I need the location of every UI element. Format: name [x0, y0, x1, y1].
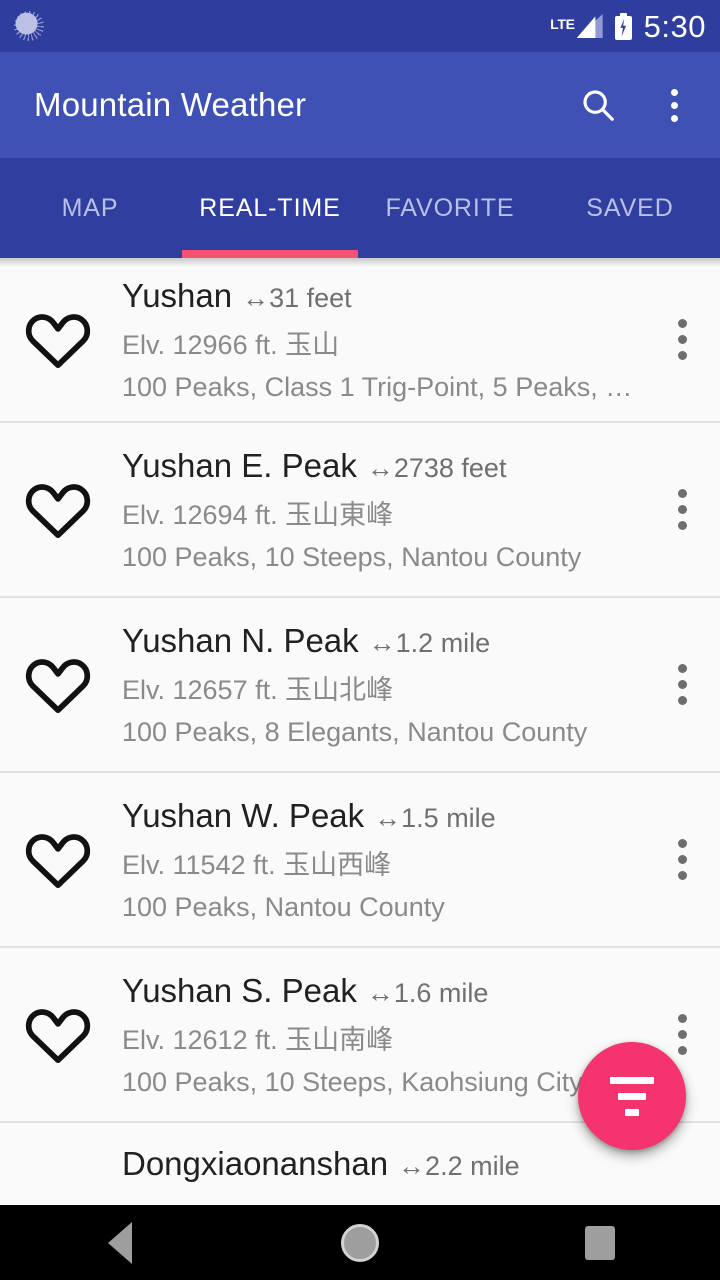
- list-item[interactable]: Yushan ↔31 feet Elv. 12966 ft. 玉山 100 Pe…: [0, 258, 720, 423]
- app-screen: LTE 5:30 Mountain Weather MAP REAL-TIME …: [0, 0, 720, 1280]
- tab-label: SAVED: [586, 193, 674, 222]
- filter-fab-button[interactable]: [578, 1042, 686, 1150]
- tab-label: REAL-TIME: [199, 193, 341, 222]
- recents-square-icon: [585, 1225, 615, 1260]
- list-item-body: Dongxiaonanshan ↔2.2 mile: [94, 1145, 644, 1183]
- peak-name: Yushan N. Peak: [122, 621, 359, 659]
- list-item-title-line: Yushan E. Peak ↔2738 feet: [122, 447, 644, 485]
- peak-name: Yushan W. Peak: [122, 796, 365, 834]
- heart-outline-icon[interactable]: [22, 474, 94, 546]
- tab-label: FAVORITE: [385, 193, 515, 222]
- list-item[interactable]: Yushan W. Peak ↔1.5 mile Elv. 11542 ft. …: [0, 773, 720, 948]
- list-item-body: Yushan N. Peak ↔1.2 mile Elv. 12657 ft. …: [94, 622, 644, 748]
- status-bar: LTE 5:30: [0, 0, 720, 52]
- dial-notification-icon: [14, 11, 44, 41]
- app-bar: Mountain Weather: [0, 52, 720, 158]
- peak-distance: ↔31 feet: [242, 282, 352, 313]
- peak-tags: 100 Peaks, 10 Steeps, Kaohsiung City: [122, 1066, 583, 1097]
- peak-name: Yushan E. Peak: [122, 446, 357, 484]
- peak-elevation: Elv. 12966 ft. 玉山: [122, 329, 340, 360]
- peak-name: Dongxiaonanshan: [122, 1145, 389, 1182]
- list-item[interactable]: Yushan E. Peak ↔2738 feet Elv. 12694 ft.…: [0, 423, 720, 598]
- row-overflow-menu-icon: [677, 319, 687, 360]
- nav-back-button[interactable]: [45, 1205, 195, 1280]
- list-item-body: Yushan W. Peak ↔1.5 mile Elv. 11542 ft. …: [94, 797, 644, 923]
- back-triangle-icon: [108, 1221, 132, 1264]
- row-overflow-menu-button[interactable]: [644, 839, 720, 880]
- peak-elevation: Elv. 12657 ft. 玉山北峰: [122, 674, 394, 705]
- row-overflow-menu-button[interactable]: [644, 664, 720, 705]
- peak-elevation: Elv. 11542 ft. 玉山西峰: [122, 849, 392, 880]
- tab-label: MAP: [61, 193, 119, 222]
- search-icon: [583, 90, 614, 121]
- row-overflow-menu-icon: [677, 839, 687, 880]
- peak-elevation: Elv. 12694 ft. 玉山東峰: [122, 499, 394, 530]
- tab-map[interactable]: MAP: [0, 158, 180, 258]
- row-overflow-menu-icon: [677, 489, 687, 530]
- overflow-menu-button[interactable]: [661, 85, 688, 126]
- signal-bars-icon: LTE: [550, 14, 603, 38]
- list-item-title-line: Dongxiaonanshan ↔2.2 mile: [122, 1145, 644, 1183]
- peak-elevation: Elv. 12612 ft. 玉山南峰: [122, 1024, 394, 1055]
- tab-favorite[interactable]: FAVORITE: [360, 158, 540, 258]
- home-circle-icon: [341, 1223, 379, 1262]
- heart-outline-icon[interactable]: [22, 999, 94, 1071]
- status-bar-left: [14, 11, 44, 41]
- battery-charging-icon: [614, 12, 632, 40]
- nav-home-button[interactable]: [285, 1205, 435, 1280]
- nav-recents-button[interactable]: [525, 1205, 675, 1280]
- peak-name: Yushan: [122, 276, 233, 314]
- peak-distance: ↔1.6 mile: [366, 977, 489, 1008]
- row-overflow-menu-button[interactable]: [644, 489, 720, 530]
- list-item-body: Yushan S. Peak ↔1.6 mile Elv. 12612 ft. …: [94, 972, 644, 1098]
- filter-icon: [610, 1076, 654, 1116]
- peak-tags: 100 Peaks, Class 1 Trig-Point, 5 Peaks, …: [122, 371, 633, 402]
- list-item[interactable]: Yushan N. Peak ↔1.2 mile Elv. 12657 ft. …: [0, 598, 720, 773]
- heart-outline-icon[interactable]: [22, 824, 94, 896]
- row-overflow-menu-icon: [677, 664, 687, 705]
- peak-distance: ↔2738 feet: [366, 452, 507, 483]
- row-overflow-menu-button[interactable]: [644, 319, 720, 360]
- page-title: Mountain Weather: [34, 86, 307, 123]
- tab-real-time[interactable]: REAL-TIME: [180, 158, 360, 258]
- overflow-menu-icon: [671, 88, 678, 96]
- list-item-title-line: Yushan ↔31 feet: [122, 277, 644, 315]
- row-overflow-menu-icon: [677, 1014, 687, 1055]
- android-navigation-bar: [0, 1205, 720, 1280]
- tab-bar: MAP REAL-TIME FAVORITE SAVED: [0, 158, 720, 258]
- app-bar-actions: [579, 85, 698, 126]
- network-label: LTE: [550, 16, 575, 32]
- status-bar-clock: 5:30: [643, 8, 706, 44]
- list-item-title-line: Yushan N. Peak ↔1.2 mile: [122, 622, 644, 660]
- tab-indicator: [182, 250, 358, 258]
- peak-tags: 100 Peaks, Nantou County: [122, 891, 445, 922]
- heart-outline-icon[interactable]: [22, 649, 94, 721]
- tab-saved[interactable]: SAVED: [540, 158, 720, 258]
- list-item-title-line: Yushan W. Peak ↔1.5 mile: [122, 797, 644, 835]
- peak-distance: ↔1.2 mile: [368, 627, 491, 658]
- peak-distance: ↔2.2 mile: [398, 1151, 520, 1181]
- search-button[interactable]: [579, 86, 617, 124]
- peak-tags: 100 Peaks, 10 Steeps, Nantou County: [122, 541, 582, 572]
- peak-tags: 100 Peaks, 8 Elegants, Nantou County: [122, 716, 588, 747]
- signal-strength-icon: [576, 14, 603, 38]
- status-bar-right: LTE 5:30: [550, 11, 706, 42]
- list-item-title-line: Yushan S. Peak ↔1.6 mile: [122, 972, 644, 1010]
- list-item-body: Yushan E. Peak ↔2738 feet Elv. 12694 ft.…: [94, 447, 644, 573]
- peak-name: Yushan S. Peak: [122, 971, 357, 1009]
- list-item-body: Yushan ↔31 feet Elv. 12966 ft. 玉山 100 Pe…: [94, 277, 644, 403]
- peak-distance: ↔1.5 mile: [374, 802, 496, 833]
- heart-outline-icon[interactable]: [22, 304, 94, 376]
